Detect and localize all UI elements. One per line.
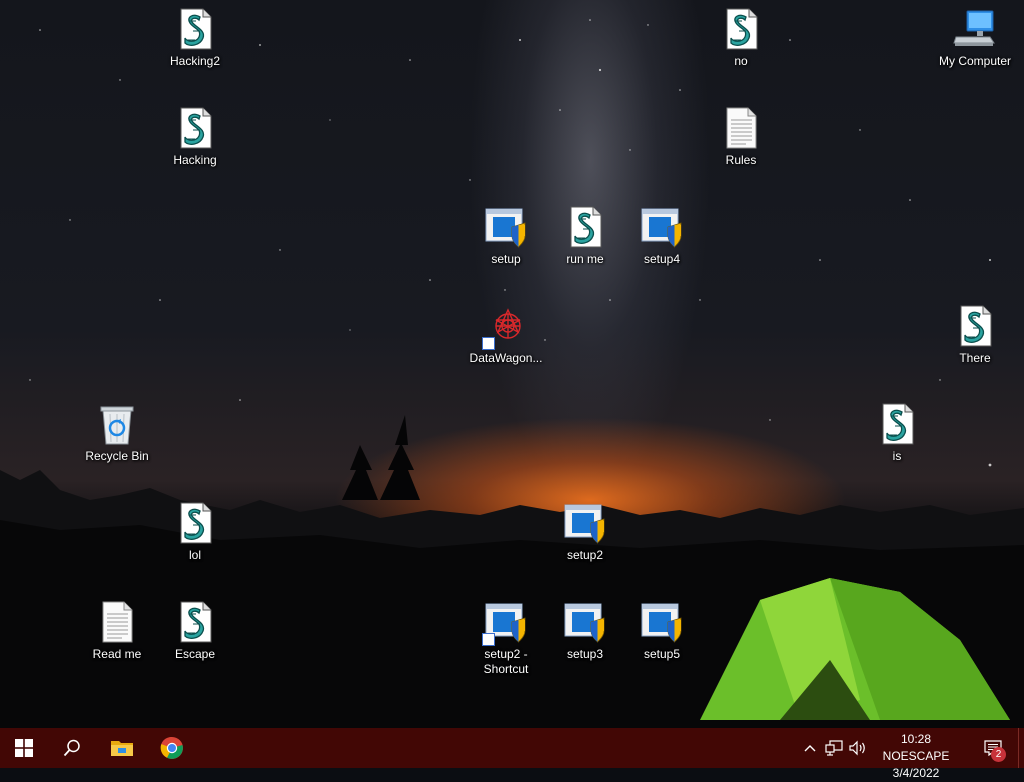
desktop-icon-label: Read me <box>92 647 142 661</box>
desktop-icon-setup5[interactable]: setup5 <box>623 600 701 662</box>
desktop-icon-label: setup4 <box>643 252 681 266</box>
script-file-icon <box>173 7 217 51</box>
script-file-icon <box>563 205 607 249</box>
desktop-icon-label: no <box>734 54 748 68</box>
desktop-icon-label: is <box>892 449 902 463</box>
desktop-icon-is[interactable]: is <box>858 402 936 464</box>
recycle-bin-icon <box>95 402 139 446</box>
taskbar: 10:28 NOESCAPE 3/4/2022 2 <box>0 728 1024 780</box>
desktop-icon-there[interactable]: There <box>936 304 1014 366</box>
desktop-icon-label: Rules <box>725 153 757 167</box>
start-button[interactable] <box>0 728 48 768</box>
chrome-icon <box>160 736 183 759</box>
text-file-icon <box>719 106 763 150</box>
network-button[interactable] <box>822 728 846 768</box>
search-button[interactable] <box>48 728 96 768</box>
desktop-icon-no[interactable]: no <box>702 7 780 69</box>
datawagon-app-icon <box>482 304 528 350</box>
desktop-icon-datawagon[interactable]: DataWagon... <box>467 304 545 366</box>
desktop-icon-setup3[interactable]: setup3 <box>546 600 624 662</box>
show-desktop-button[interactable] <box>1018 728 1024 768</box>
installer-shield-icon <box>640 600 684 644</box>
desktop-icon-label: There <box>959 351 991 365</box>
desktop-icon-setup4[interactable]: setup4 <box>623 205 701 267</box>
computer-icon <box>953 7 997 51</box>
file-explorer-icon <box>111 741 133 756</box>
text-file-icon <box>95 600 139 644</box>
desktop[interactable]: Hacking2 Hacking lol Escape Recycle Bin … <box>0 0 1024 728</box>
desktop-icon-label: Hacking2 <box>169 54 221 68</box>
desktop-icon-label: setup3 <box>566 647 604 661</box>
desktop-icon-hacking[interactable]: Hacking <box>156 106 234 168</box>
script-file-icon <box>719 7 763 51</box>
script-file-icon <box>953 304 997 348</box>
clock-time: 10:28 NOESCAPE <box>882 732 950 763</box>
desktop-icon-label: run me <box>566 252 604 266</box>
desktop-icon-rules[interactable]: Rules <box>702 106 780 168</box>
desktop-icon-label: Hacking <box>173 153 217 167</box>
script-file-icon <box>875 402 919 446</box>
shortcut-arrow-icon <box>482 337 495 350</box>
desktop-icon-lol[interactable]: lol <box>156 501 234 563</box>
installer-shield-icon <box>563 501 607 545</box>
desktop-icon-label: lol <box>188 548 201 562</box>
desktop-icon-my-computer[interactable]: My Computer <box>936 7 1014 69</box>
desktop-icon-label: setup2 <box>566 548 604 562</box>
desktop-icon-setup2-shortcut[interactable]: setup2 - Shortcut <box>467 600 545 677</box>
taskbar-chrome[interactable] <box>148 728 196 768</box>
taskbar-file-explorer[interactable] <box>98 728 146 768</box>
desktop-icon-label: Recycle Bin <box>85 449 149 463</box>
desktop-icon-label: setup5 <box>643 647 681 661</box>
shortcut-arrow-icon <box>482 633 495 646</box>
desktop-icon-hacking2[interactable]: Hacking2 <box>156 7 234 69</box>
installer-shield-icon <box>640 205 684 249</box>
volume-icon <box>849 740 865 756</box>
script-file-icon <box>173 600 217 644</box>
desktop-icon-label: Escape <box>174 647 216 661</box>
desktop-icon-label: setup <box>491 252 521 266</box>
installer-shield-icon <box>484 205 528 249</box>
desktop-icon-escape[interactable]: Escape <box>156 600 234 662</box>
search-icon <box>63 739 80 757</box>
taskbar-clock[interactable]: 10:28 NOESCAPE 3/4/2022 <box>866 731 966 782</box>
desktop-icon-read-me[interactable]: Read me <box>78 600 156 662</box>
notification-count-badge: 2 <box>991 747 1006 762</box>
desktop-icon-run-me[interactable]: run me <box>546 205 624 267</box>
installer-shield-icon <box>482 600 528 646</box>
script-file-icon <box>173 106 217 150</box>
desktop-icon-label: setup2 - Shortcut <box>483 647 529 676</box>
desktop-icon-setup2[interactable]: setup2 <box>546 501 624 563</box>
desktop-icon-label: DataWagon... <box>469 351 543 365</box>
desktop-icon-recycle-bin[interactable]: Recycle Bin <box>78 402 156 464</box>
desktop-icon-label: My Computer <box>938 54 1012 68</box>
chevron-up-icon <box>804 745 816 752</box>
windows-logo-icon <box>15 739 33 757</box>
network-icon <box>825 740 843 756</box>
installer-shield-icon <box>563 600 607 644</box>
show-hidden-icons-button[interactable] <box>800 728 820 768</box>
desktop-icon-setup[interactable]: setup <box>467 205 545 267</box>
script-file-icon <box>173 501 217 545</box>
